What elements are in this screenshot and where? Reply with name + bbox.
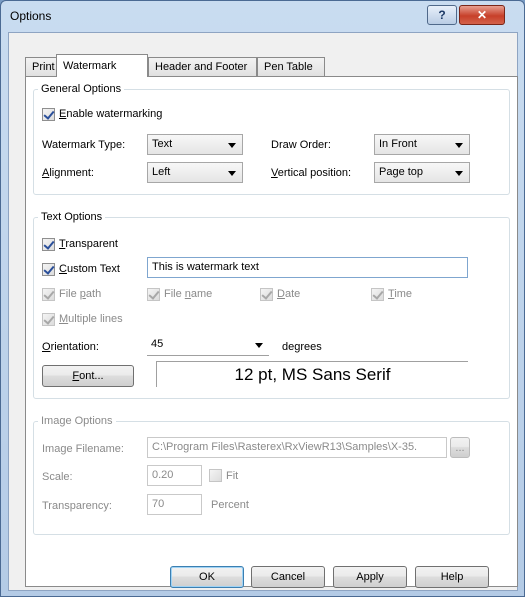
font-button[interactable]: Font... <box>42 365 134 387</box>
transparent-checkbox[interactable] <box>42 238 55 251</box>
tab-pen-table[interactable]: Pen Table <box>257 57 325 76</box>
orientation-select[interactable]: 45 <box>147 335 269 356</box>
title-bar[interactable]: Options ? ✕ <box>1 1 524 31</box>
custom-text-checkbox[interactable] <box>42 263 55 276</box>
chevron-down-icon <box>255 343 263 348</box>
time-checkbox[interactable] <box>371 288 384 301</box>
transparency-input[interactable]: 70 <box>147 494 202 515</box>
degrees-label: degrees <box>282 341 322 353</box>
custom-text-label: Custom Text <box>59 263 120 275</box>
image-options-group: Image Options <box>33 415 510 535</box>
chevron-down-icon <box>228 171 236 176</box>
alignment-select[interactable]: Left <box>147 162 243 183</box>
help-icon[interactable]: ? <box>427 5 457 25</box>
draw-order-select[interactable]: In Front <box>374 134 470 155</box>
file-name-checkbox[interactable] <box>147 288 160 301</box>
alignment-label: Alignment: <box>42 167 94 179</box>
close-icon[interactable]: ✕ <box>459 5 505 25</box>
fit-checkbox[interactable] <box>209 469 222 482</box>
file-name-label: File name <box>164 288 213 300</box>
file-path-label: File path <box>59 288 102 300</box>
tab-header-footer[interactable]: Header and Footer <box>148 57 257 76</box>
general-options-legend: General Options <box>41 83 122 95</box>
enable-watermarking-checkbox[interactable] <box>42 108 55 121</box>
vertical-position-select[interactable]: Page top <box>374 162 470 183</box>
chevron-down-icon <box>228 143 236 148</box>
vertical-position-label: Vertical position: <box>271 167 352 179</box>
image-filename-input[interactable]: C:\Program Files\Rasterex\RxViewR13\Samp… <box>147 437 447 458</box>
tab-print[interactable]: Print <box>25 57 57 76</box>
watermark-panel: General Options Enable watermarking Wate… <box>25 76 518 587</box>
multiple-lines-checkbox[interactable] <box>42 313 55 326</box>
scale-label: Scale: <box>42 471 73 483</box>
dialog-client: Print Watermark Header and Footer Pen Ta… <box>8 32 518 591</box>
watermark-type-select[interactable]: Text <box>147 134 243 155</box>
image-filename-label: Image Filename: <box>42 443 124 455</box>
file-path-checkbox[interactable] <box>42 288 55 301</box>
custom-text-input[interactable]: This is watermark text <box>147 257 468 278</box>
time-label: Time <box>388 288 413 300</box>
scale-input[interactable]: 0.20 <box>147 465 202 486</box>
enable-watermarking-label: Enable watermarking <box>59 108 163 120</box>
draw-order-value: In Front <box>379 138 417 150</box>
image-options-legend: Image Options <box>41 415 113 427</box>
options-dialog: Options ? ✕ Print Watermark Header and F… <box>0 0 525 597</box>
tab-watermark[interactable]: Watermark <box>56 54 148 77</box>
multiple-lines-label: Multiple lines <box>59 313 123 325</box>
font-preview: 12 pt, MS Sans Serif <box>156 361 468 387</box>
orientation-label: Orientation: <box>42 341 99 353</box>
cancel-button[interactable]: Cancel <box>251 566 325 588</box>
chevron-down-icon <box>455 143 463 148</box>
alignment-value: Left <box>152 166 171 178</box>
text-options-legend: Text Options <box>41 211 103 223</box>
chevron-down-icon <box>455 171 463 176</box>
ok-button[interactable]: OK <box>170 566 244 588</box>
watermark-type-value: Text <box>152 138 173 150</box>
transparency-label: Transparency: <box>42 500 112 512</box>
watermark-type-label: Watermark Type: <box>42 139 126 151</box>
date-label: Date <box>277 288 301 300</box>
orientation-value: 45 <box>151 338 164 350</box>
transparent-label: Transparent <box>59 238 118 250</box>
percent-label: Percent <box>211 499 249 511</box>
window-title: Options <box>10 9 52 23</box>
apply-button[interactable]: Apply <box>333 566 407 588</box>
fit-label: Fit <box>226 470 239 482</box>
date-checkbox[interactable] <box>260 288 273 301</box>
vertical-position-value: Page top <box>379 166 424 178</box>
browse-button[interactable]: ... <box>450 437 470 458</box>
draw-order-label: Draw Order: <box>271 139 331 151</box>
help-button[interactable]: Help <box>415 566 489 588</box>
